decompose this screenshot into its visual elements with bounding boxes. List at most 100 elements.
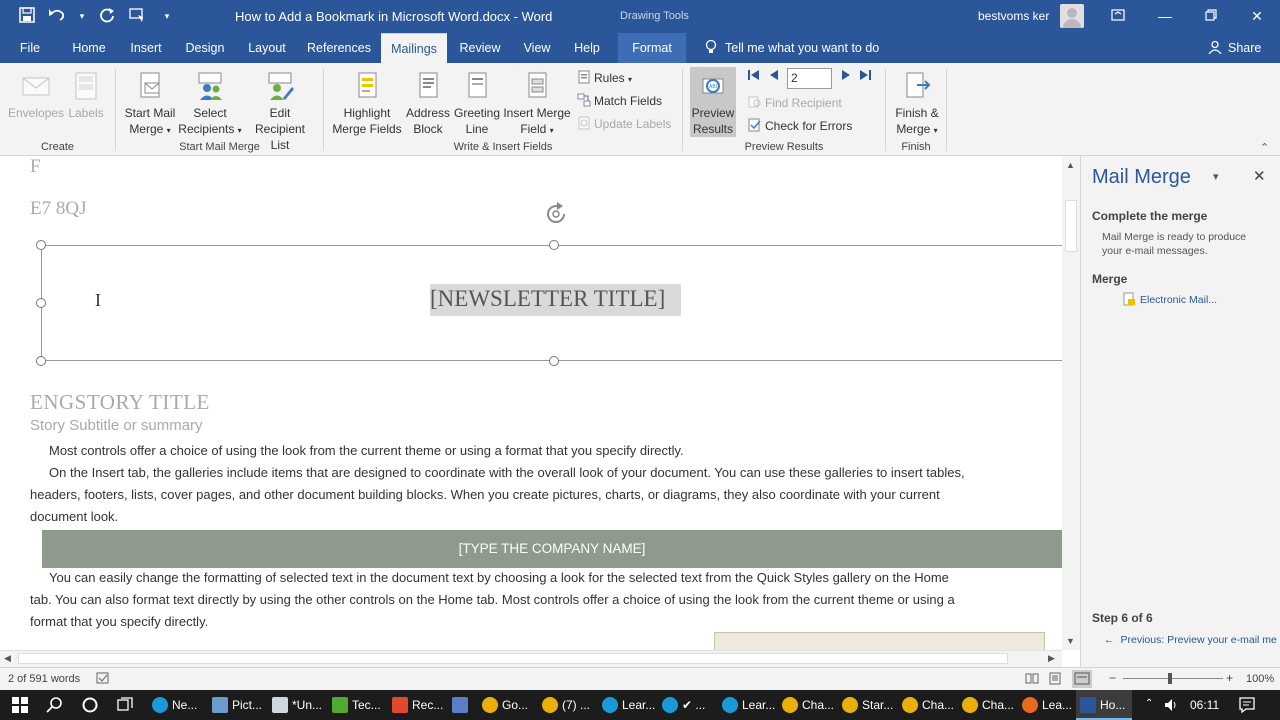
minimize-icon[interactable]: — [1155,6,1175,26]
pane-options-icon[interactable]: ▾ [1213,170,1219,183]
zoom-slider-thumb[interactable] [1168,673,1172,684]
taskbar-item[interactable]: Ne... [148,690,208,720]
tab-file[interactable]: File [12,33,48,63]
taskbar-item[interactable]: Cha... [898,690,958,720]
windows-start-icon[interactable] [12,697,28,716]
last-record-icon[interactable] [858,69,872,84]
select-recipients-button[interactable]: Select Recipients ▾ [178,71,242,139]
resize-handle[interactable] [549,240,559,250]
touch-mode-icon[interactable] [128,7,146,25]
tab-review[interactable]: Review [456,33,504,63]
cortana-icon[interactable] [81,696,99,717]
undo-icon[interactable] [48,7,66,25]
taskbar-item[interactable]: *Un... [268,690,328,720]
previous-record-icon[interactable] [768,69,780,84]
tab-help[interactable]: Help [568,33,606,63]
tab-design[interactable]: Design [180,33,230,63]
sidebar-textbox[interactable] [714,632,1045,650]
tab-home[interactable]: Home [66,33,112,63]
proofing-icon[interactable] [96,672,110,685]
close-icon[interactable]: ✕ [1247,6,1267,26]
greeting-line-button[interactable]: Greeting Line [451,71,503,137]
customize-qat-icon[interactable]: ▾ [158,7,176,25]
pane-close-icon[interactable]: ✕ [1253,167,1266,185]
system-tray-chevron-icon[interactable]: ⌃ [1145,698,1153,709]
zoom-level[interactable]: 100% [1246,673,1274,685]
insert-merge-field-button[interactable]: Insert Merge Field ▾ [500,71,574,139]
horizontal-scroll-thumb[interactable] [18,653,1008,664]
tab-layout[interactable]: Layout [242,33,292,63]
speaker-icon[interactable] [1163,697,1179,716]
taskbar-item[interactable]: Lear... [718,690,778,720]
tab-insert[interactable]: Insert [124,33,168,63]
scroll-left-icon[interactable]: ◀ [4,653,11,664]
tab-references[interactable]: References [304,33,374,63]
zoom-out-button[interactable]: − [1109,671,1116,685]
scroll-down-icon[interactable]: ▼ [1066,636,1075,646]
vertical-scrollbar[interactable]: ▲ ▼ [1062,156,1080,650]
redo-icon[interactable] [98,7,116,25]
labels-button[interactable]: Labels [66,71,106,121]
scroll-thumb[interactable] [1065,200,1077,252]
address-block-button[interactable]: Address Block [402,71,454,137]
taskbar-item-word[interactable]: Ho... [1076,690,1132,720]
horizontal-scrollbar[interactable]: ◀ ▶ [0,650,1062,667]
resize-handle[interactable] [36,356,46,366]
finish-merge-button[interactable]: Finish & Merge ▾ [890,71,944,139]
undo-dropdown-icon[interactable]: ▾ [78,7,86,25]
envelopes-button[interactable]: Envelopes [8,71,64,121]
taskbar-item[interactable]: Rec... [388,690,448,720]
rules-button[interactable]: Rules ▾ [577,69,632,87]
taskbar-item[interactable]: Cha... [778,690,838,720]
resize-handle[interactable] [36,240,46,250]
taskbar-item[interactable]: Lea... [1018,690,1074,720]
taskbar-item[interactable]: Lear... [598,690,658,720]
word-count[interactable]: 2 of 591 words [8,673,80,685]
resize-handle[interactable] [549,356,559,366]
collapse-ribbon-icon[interactable]: ⌃ [1260,141,1269,154]
match-fields-button[interactable]: Match Fields [577,92,662,110]
search-icon[interactable] [46,696,64,717]
taskbar-item[interactable]: Go... [478,690,538,720]
task-view-icon[interactable] [116,696,134,717]
tell-me-search[interactable]: Tell me what you want to do [705,33,879,63]
restore-icon[interactable] [1201,6,1221,26]
taskbar-item[interactable]: (7) ... [538,690,598,720]
taskbar-item[interactable]: Tec... [328,690,388,720]
electronic-mail-link[interactable]: Electronic Mail... [1122,292,1217,306]
previous-step-link[interactable]: ← Previous: Preview your e-mail me [1104,634,1280,646]
clock[interactable]: 06:11 [1190,698,1219,712]
taskbar-item[interactable]: Cha... [958,690,1018,720]
save-icon[interactable] [18,7,36,25]
scroll-up-icon[interactable]: ▲ [1066,160,1075,170]
check-errors-button[interactable]: Check for Errors [748,117,852,135]
scroll-right-icon[interactable]: ▶ [1048,653,1055,664]
web-layout-icon[interactable] [1072,670,1092,688]
document-canvas[interactable]: F E7 8QJ I [NEWSLETTER TITLE] ENGSTORY T… [0,156,1062,650]
resize-handle[interactable] [36,298,46,308]
print-layout-icon[interactable] [1049,672,1061,688]
taskbar-item[interactable]: Star... [838,690,898,720]
taskbar-item[interactable]: ✔ ... [658,690,718,720]
tab-mailings[interactable]: Mailings [381,33,447,63]
ribbon-display-options-icon[interactable] [1108,6,1128,26]
tab-format[interactable]: Format [618,33,686,63]
newsletter-title[interactable]: [NEWSLETTER TITLE] [430,284,682,316]
first-record-icon[interactable] [747,69,761,84]
taskbar-item[interactable] [448,690,478,720]
tab-view[interactable]: View [517,33,557,63]
share-button[interactable]: Share [1208,33,1261,63]
start-mail-merge-button[interactable]: Start Mail Merge ▾ [120,71,180,139]
highlight-merge-fields-button[interactable]: Highlight Merge Fields [332,71,402,137]
preview-results-button[interactable]: ABC Preview Results [690,67,736,137]
next-record-icon[interactable] [840,69,852,84]
find-recipient-button[interactable]: Find Recipient [748,94,842,112]
read-mode-icon[interactable] [1025,672,1039,688]
rotate-handle-icon[interactable] [543,201,569,227]
taskbar-item[interactable]: Pict... [208,690,268,720]
update-labels-button[interactable]: Update Labels [577,115,671,133]
record-number-input[interactable]: 2 [787,68,832,89]
notifications-icon[interactable] [1238,696,1256,717]
avatar[interactable] [1060,4,1084,28]
zoom-slider[interactable] [1123,678,1223,679]
